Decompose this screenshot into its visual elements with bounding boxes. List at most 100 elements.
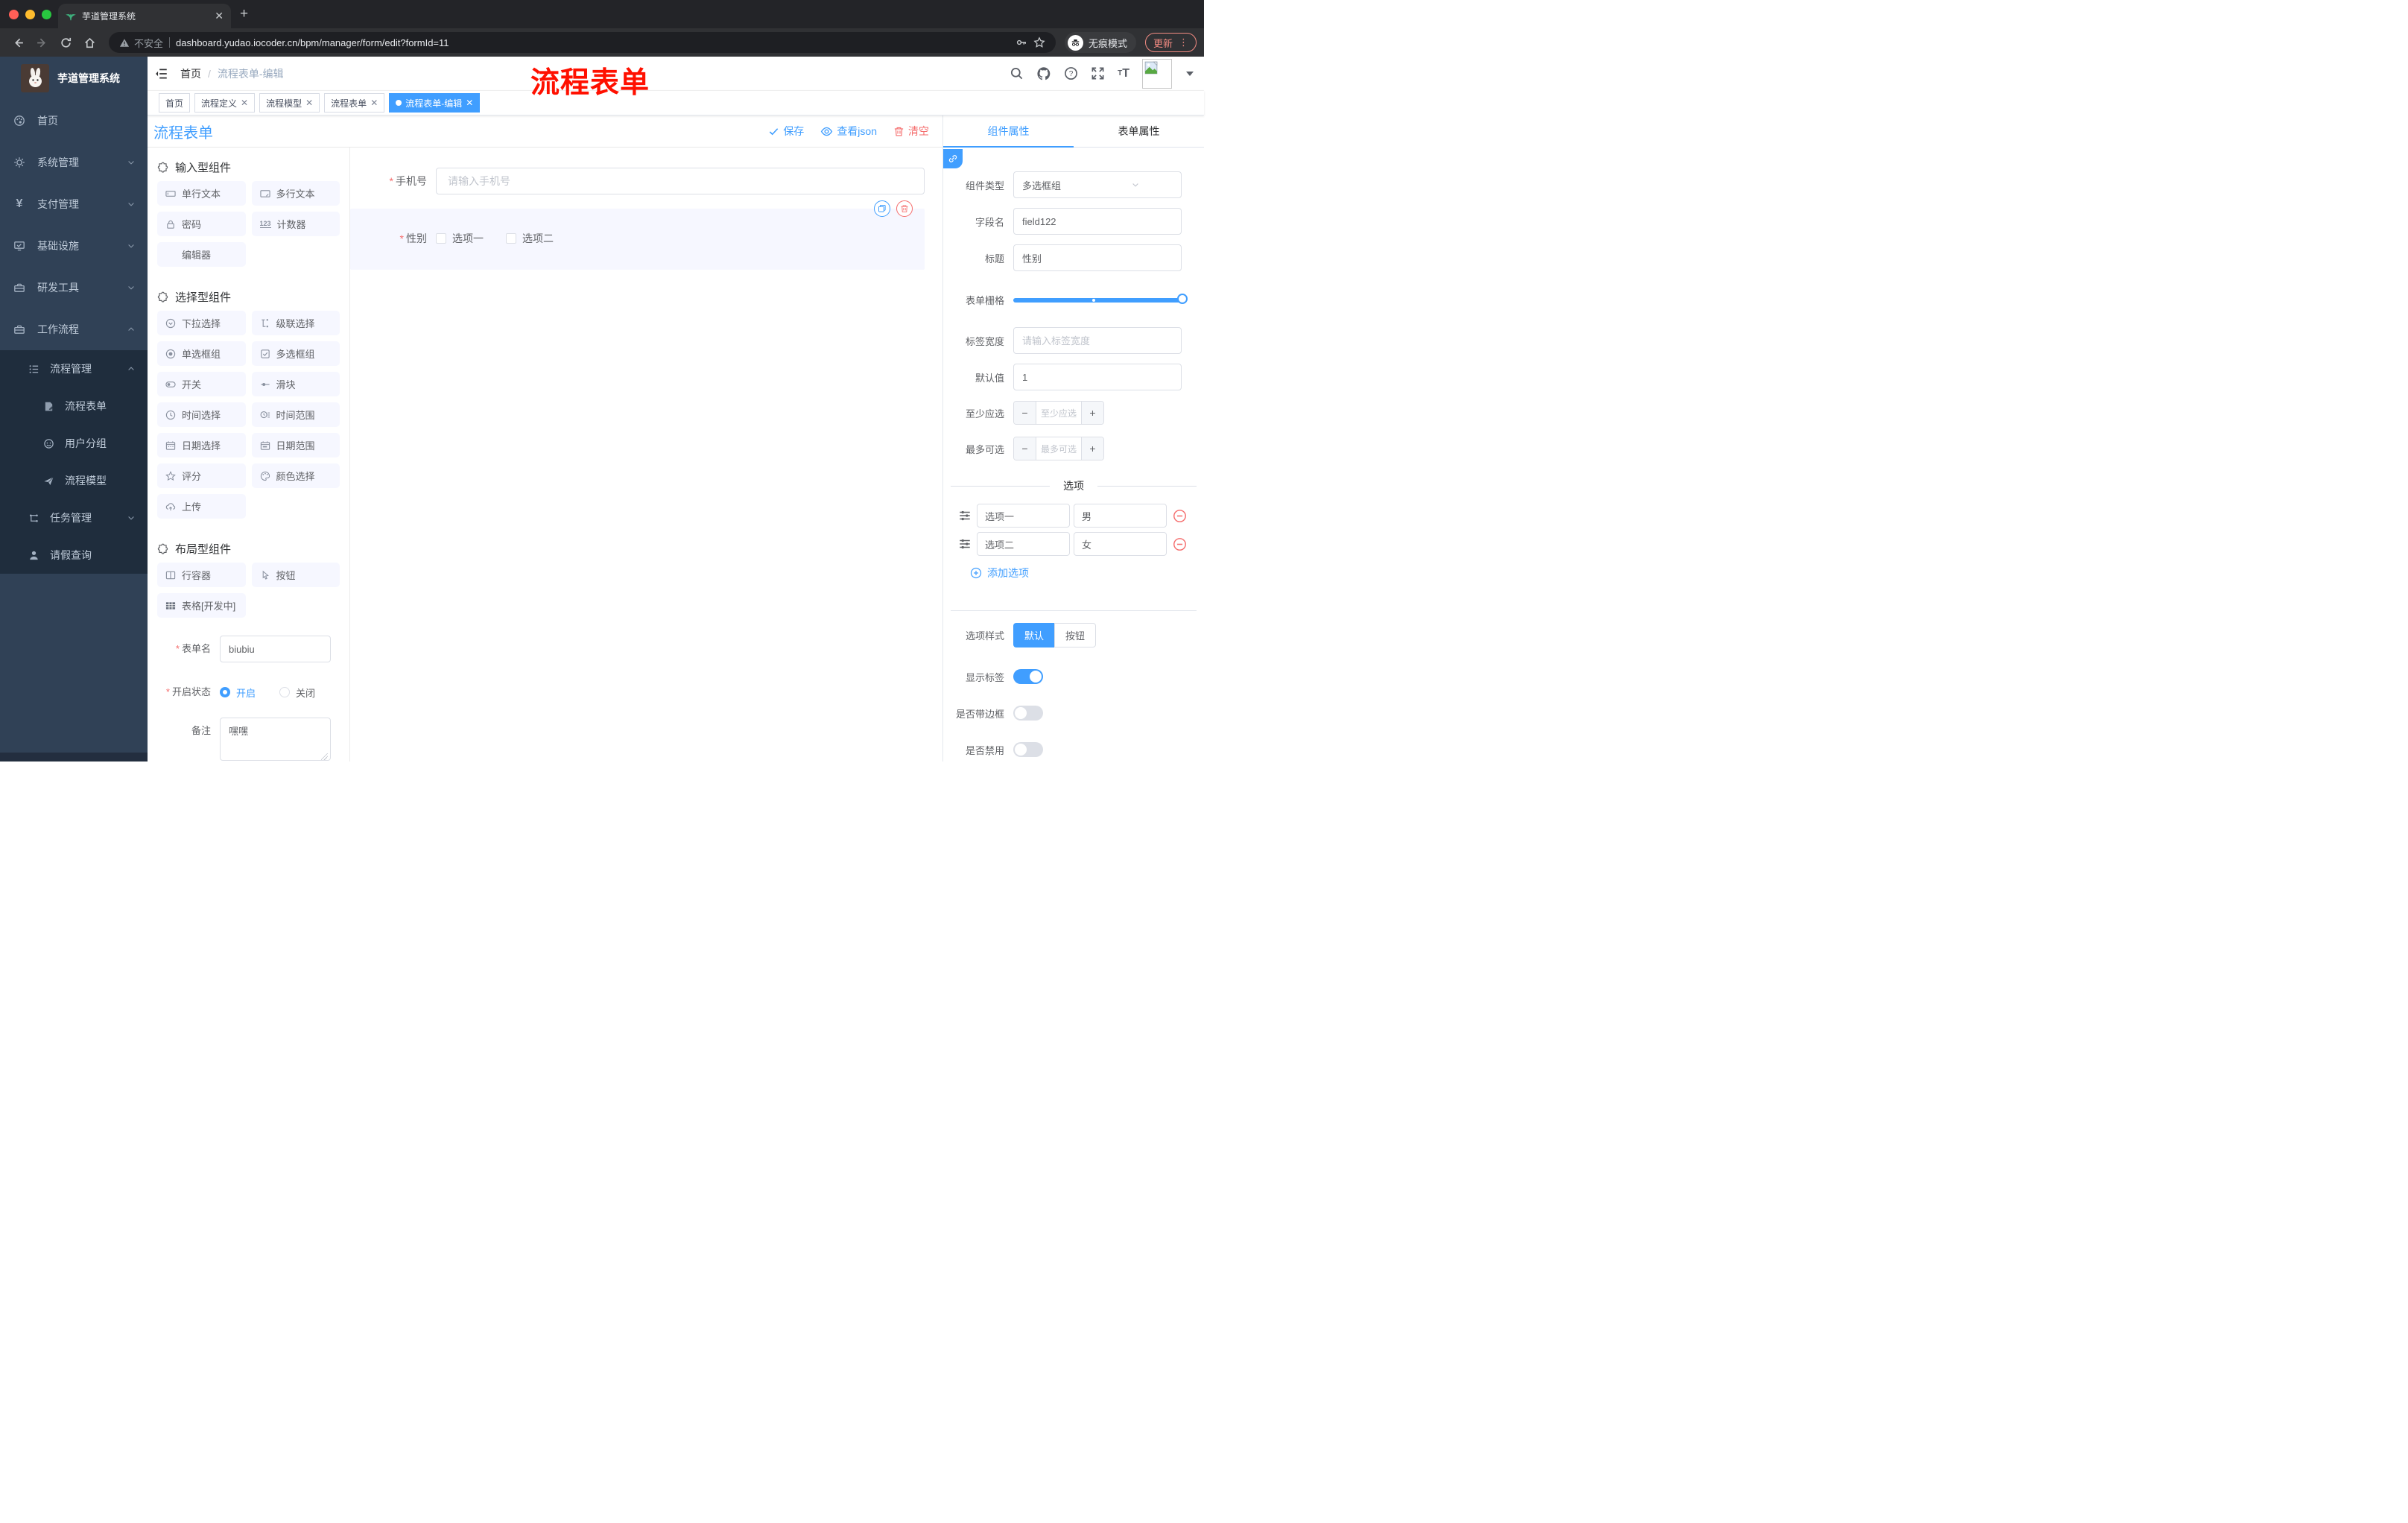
url-bar[interactable]: 不安全 dashboard.yudao.iocoder.cn/bpm/manag… xyxy=(109,32,1056,53)
label-width-input[interactable] xyxy=(1013,327,1182,354)
drag-handle-icon[interactable] xyxy=(958,509,972,522)
window-close-button[interactable] xyxy=(9,9,19,19)
palette-item-counter[interactable]: 123 计数器 xyxy=(251,212,340,236)
stepper-plus-button[interactable]: + xyxy=(1081,402,1103,424)
default-value-input[interactable] xyxy=(1013,364,1182,390)
gender-option2-checkbox[interactable]: 选项二 xyxy=(506,231,554,246)
window-minimize-button[interactable] xyxy=(25,9,35,19)
palette-item-password[interactable]: 密码 xyxy=(157,212,246,236)
palette-item-radio-group[interactable]: 单选框组 xyxy=(157,341,246,366)
max-select-placeholder[interactable]: 最多可选 xyxy=(1036,437,1081,460)
tag-close-icon[interactable]: ✕ xyxy=(466,98,473,108)
palette-item-color-picker[interactable]: 颜色选择 xyxy=(251,463,340,488)
option2-name-input[interactable] xyxy=(977,532,1070,556)
tab-close-icon[interactable]: ✕ xyxy=(215,10,224,22)
delete-component-button[interactable] xyxy=(896,200,913,217)
title-input[interactable] xyxy=(1013,244,1182,271)
security-status[interactable]: 不安全 xyxy=(119,36,163,50)
stepper-plus-button[interactable]: + xyxy=(1081,437,1103,460)
sidebar-logo-row[interactable]: 芋道管理系统 xyxy=(0,57,148,100)
palette-item-row-container[interactable]: 行容器 xyxy=(157,563,246,587)
component-type-select[interactable]: 多选框组 xyxy=(1013,171,1182,198)
collapse-sidebar-icon[interactable] xyxy=(155,67,168,80)
disabled-toggle[interactable] xyxy=(1013,742,1043,757)
sidebar-item-process-model[interactable]: 流程模型 xyxy=(0,462,148,499)
sidebar-collapse-bar[interactable] xyxy=(0,753,148,762)
palette-item-date-range[interactable]: 日期范围 xyxy=(251,433,340,457)
drag-handle-icon[interactable] xyxy=(958,537,972,551)
with-border-toggle[interactable] xyxy=(1013,706,1043,721)
search-icon[interactable] xyxy=(1010,66,1024,80)
sidebar-item-payment[interactable]: ¥ 支付管理 xyxy=(0,183,148,225)
browser-tab[interactable]: 芋道管理系统 ✕ xyxy=(58,4,231,28)
sidebar-item-leave-query[interactable]: 请假查询 xyxy=(0,536,148,574)
bookmark-star-icon[interactable] xyxy=(1033,37,1045,48)
browser-update-button[interactable]: 更新 ⋮ xyxy=(1144,33,1197,52)
palette-item-time-picker[interactable]: 时间选择 xyxy=(157,402,246,427)
clear-button[interactable]: 清空 xyxy=(893,124,929,139)
tag-process-form[interactable]: 流程表单 ✕ xyxy=(324,93,385,113)
field-link-tag[interactable] xyxy=(943,149,963,168)
tab-form-props[interactable]: 表单属性 xyxy=(1074,115,1204,147)
sidebar-item-user-group[interactable]: 用户分组 xyxy=(0,425,148,462)
tag-process-model[interactable]: 流程模型 ✕ xyxy=(259,93,320,113)
back-icon[interactable] xyxy=(7,32,28,53)
new-tab-button[interactable]: + xyxy=(240,6,248,22)
sidebar-item-system[interactable]: 系统管理 xyxy=(0,142,148,183)
option1-name-input[interactable] xyxy=(977,504,1070,528)
slider-handle[interactable] xyxy=(1177,293,1188,304)
palette-item-single-text[interactable]: 单行文本 xyxy=(157,181,246,206)
sidebar-item-workflow[interactable]: 工作流程 xyxy=(0,308,148,350)
fullscreen-icon[interactable] xyxy=(1091,66,1105,80)
remove-option-button[interactable] xyxy=(1173,509,1187,523)
reload-icon[interactable] xyxy=(55,32,76,53)
tag-close-icon[interactable]: ✕ xyxy=(305,98,313,108)
view-json-button[interactable]: 查看json xyxy=(820,124,877,139)
palette-item-slider[interactable]: 滑块 xyxy=(251,372,340,396)
tag-home[interactable]: 首页 xyxy=(159,93,191,113)
tag-close-icon[interactable]: ✕ xyxy=(241,98,248,108)
home-icon[interactable] xyxy=(79,32,100,53)
sidebar-item-process-management[interactable]: 流程管理 xyxy=(0,350,148,387)
min-select-placeholder[interactable]: 至少应选 xyxy=(1036,402,1081,424)
forward-icon[interactable] xyxy=(31,32,52,53)
sidebar-item-task-management[interactable]: 任务管理 xyxy=(0,499,148,536)
form-grid-slider[interactable] xyxy=(1013,293,1188,304)
form-remark-textarea[interactable]: 嘿嘿 xyxy=(220,718,331,761)
tag-process-form-edit[interactable]: 流程表单-编辑 ✕ xyxy=(389,93,481,113)
sidebar-item-process-form[interactable]: 流程表单 xyxy=(0,387,148,425)
style-button-button[interactable]: 按钮 xyxy=(1054,623,1097,647)
palette-item-time-range[interactable]: 时间范围 xyxy=(251,402,340,427)
font-size-icon[interactable]: TT xyxy=(1118,67,1129,80)
palette-item-date-picker[interactable]: 日期选择 xyxy=(157,433,246,457)
show-label-toggle[interactable] xyxy=(1013,669,1043,684)
avatar[interactable] xyxy=(1142,58,1172,89)
canvas-field-gender-selected[interactable]: * 性别 选项一 选项二 xyxy=(350,200,925,270)
avatar-caret-icon[interactable] xyxy=(1186,71,1194,76)
save-button[interactable]: 保存 xyxy=(768,124,804,139)
palette-item-cascader[interactable]: 级联选择 xyxy=(251,311,340,335)
palette-item-table-dev[interactable]: 表格[开发中] xyxy=(157,593,246,618)
palette-item-upload[interactable]: 上传 xyxy=(157,494,246,519)
palette-item-select[interactable]: 下拉选择 xyxy=(157,311,246,335)
tag-close-icon[interactable]: ✕ xyxy=(370,98,378,108)
palette-item-rate[interactable]: 评分 xyxy=(157,463,246,488)
palette-item-checkbox-group[interactable]: 多选框组 xyxy=(251,341,340,366)
palette-item-editor[interactable]: 编辑器 xyxy=(157,242,246,267)
tab-component-props[interactable]: 组件属性 xyxy=(943,115,1074,147)
browser-menu-icon[interactable]: ⋮ xyxy=(1179,37,1188,48)
palette-item-multi-text[interactable]: 多行文本 xyxy=(251,181,340,206)
remove-option-button[interactable] xyxy=(1173,537,1187,551)
option1-value-input[interactable] xyxy=(1074,504,1167,528)
sidebar-item-devtools[interactable]: 研发工具 xyxy=(0,267,148,308)
phone-field-input[interactable] xyxy=(436,168,925,194)
form-name-input[interactable] xyxy=(220,636,331,662)
palette-item-switch[interactable]: 开关 xyxy=(157,372,246,396)
tag-process-definition[interactable]: 流程定义 ✕ xyxy=(194,93,256,113)
help-icon[interactable]: ? xyxy=(1064,66,1078,80)
add-option-button[interactable]: 添加选项 xyxy=(970,566,1204,580)
palette-item-button[interactable]: 按钮 xyxy=(251,563,340,587)
sidebar-item-infra[interactable]: 基础设施 xyxy=(0,225,148,267)
copy-component-button[interactable] xyxy=(874,200,890,217)
github-icon[interactable] xyxy=(1036,66,1051,81)
